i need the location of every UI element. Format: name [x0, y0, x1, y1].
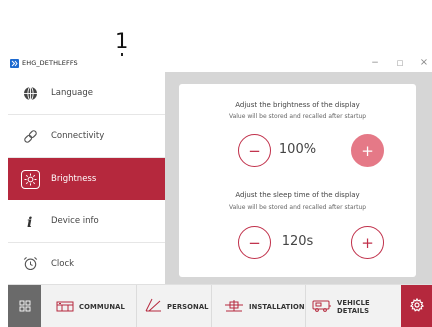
sidebar-item-label: Device info [51, 216, 99, 226]
tab-label: PERSONAL [167, 302, 209, 311]
personal-icon [144, 297, 162, 316]
tab-personal[interactable]: PERSONAL [137, 285, 212, 327]
sleep-increase-button[interactable]: + [351, 226, 384, 259]
sidebar: Language Connectivity Brightness i Devic… [8, 72, 165, 284]
brightness-subtitle: Value will be stored and recalled after … [228, 113, 367, 120]
tab-vehicle-details[interactable]: VEHICLE DETAILS [306, 285, 401, 327]
maximize-button[interactable]: □ [393, 57, 407, 69]
gear-icon [409, 297, 424, 316]
sidebar-item-label: Brightness [51, 174, 97, 184]
app-window: EHG_DETHLEFFS − □ × Language Connectivit… [8, 56, 432, 327]
grid-icon [19, 297, 31, 316]
svg-text:i: i [27, 215, 32, 230]
tab-communal[interactable]: COMMUNAL [41, 285, 137, 327]
app-icon [10, 59, 19, 68]
tab-label: COMMUNAL [79, 302, 125, 311]
minimize-button[interactable]: − [368, 57, 382, 69]
sidebar-item-label: Connectivity [51, 131, 105, 141]
sidebar-item-label: Clock [51, 258, 75, 269]
alarm-clock-icon [20, 254, 40, 274]
bottom-bar: COMMUNAL PERSONAL INSTALLATION VEHICLE D… [8, 284, 432, 327]
sidebar-item-language[interactable]: Language [8, 72, 165, 115]
screenshot: 1 EHG_DETHLEFFS − □ × Language Connectiv… [0, 0, 432, 327]
kitchen-icon [56, 297, 74, 316]
brightness-increase-button[interactable]: + [351, 134, 384, 167]
sidebar-item-device-info[interactable]: i Device info [8, 200, 165, 243]
tab-label: INSTALLATION [249, 302, 305, 311]
display-settings-panel: Adjust the brightness of the display Val… [179, 84, 416, 277]
brightness-title: Adjust the brightness of the display [235, 101, 360, 109]
sidebar-item-brightness[interactable]: Brightness [8, 158, 165, 200]
globe-icon [20, 83, 40, 103]
info-icon: i [20, 211, 40, 231]
sun-icon [20, 169, 40, 189]
home-grid-button[interactable] [8, 285, 41, 327]
close-button[interactable]: × [417, 57, 431, 69]
installation-icon [224, 297, 244, 316]
main-content: Adjust the brightness of the display Val… [165, 72, 432, 284]
callout-number: 1 [115, 29, 129, 53]
sidebar-item-connectivity[interactable]: Connectivity [8, 115, 165, 158]
tab-installation[interactable]: INSTALLATION [212, 285, 306, 327]
sidebar-item-label: Language [51, 88, 93, 98]
settings-button[interactable] [401, 285, 432, 327]
sleep-title: Adjust the sleep time of the display [235, 191, 360, 199]
vehicle-icon [312, 297, 332, 316]
tab-label: VEHICLE DETAILS [337, 298, 370, 315]
link-icon [20, 126, 40, 146]
sleep-subtitle: Value will be stored and recalled after … [228, 204, 367, 211]
window-title: EHG_DETHLEFFS [22, 59, 78, 67]
title-bar: EHG_DETHLEFFS − □ × [8, 56, 432, 72]
sidebar-item-clock[interactable]: Clock [8, 243, 165, 284]
